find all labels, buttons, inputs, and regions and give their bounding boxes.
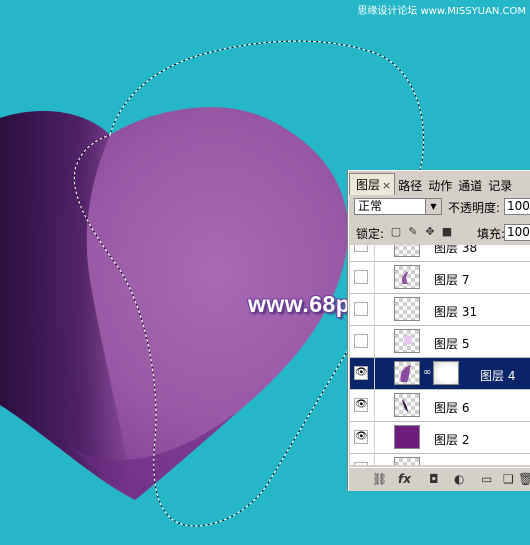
blend-row: 正常 ▼ 不透明度: 100%: [354, 198, 530, 218]
thumb-art: [404, 335, 412, 345]
layer-thumbnail: [394, 265, 420, 289]
lock-label: 锁定:: [356, 227, 385, 241]
visibility-toggle[interactable]: [354, 462, 368, 465]
layer-thumbnail: [394, 297, 420, 321]
panel-tabs: 图层 × 路径 动作 通道 记录: [349, 173, 530, 195]
divider: [374, 422, 375, 453]
divider: [374, 262, 375, 293]
lock-transparent-icon[interactable]: ▢: [390, 226, 402, 238]
link-icon[interactable]: ⛓: [372, 471, 387, 487]
layer-row-6[interactable]: 👁 图层 6: [350, 390, 530, 422]
layers-panel: 图层× 路径 动作 通道 记录 正常 ▼ 不透明度: 100% 锁定: ▢ ✎ …: [348, 170, 530, 491]
eye-icon[interactable]: 👁: [354, 366, 368, 380]
layers-bottom-bar: ⛓ fx ◘ ◐ ▭ ❏ 🗑: [350, 467, 530, 490]
visibility-toggle[interactable]: [354, 334, 368, 348]
eye-icon[interactable]: 👁: [354, 430, 368, 444]
fill-field[interactable]: 100%: [504, 224, 530, 241]
layer-thumbnail: [394, 329, 420, 353]
opacity-field[interactable]: 100%: [504, 198, 530, 215]
divider: [374, 294, 375, 325]
layer-name: 图层 2: [434, 433, 470, 447]
lock-image-icon[interactable]: ✎: [407, 226, 419, 238]
layer-name: 图层 6: [434, 401, 470, 415]
visibility-toggle[interactable]: [354, 270, 368, 284]
layer-row-7[interactable]: 图层 7: [350, 262, 530, 294]
link-icon: ∞: [423, 367, 432, 378]
mask-thumbnail[interactable]: [433, 361, 459, 385]
tab-layers-label: 图层: [356, 178, 381, 192]
layer-thumbnail: [394, 425, 420, 449]
layer-row-4[interactable]: 👁 ∞ 图层 4: [350, 358, 530, 390]
layer-row-5[interactable]: 图层 5: [350, 326, 530, 358]
layer-name: 图层 5: [434, 337, 470, 351]
thumb-art: [400, 365, 411, 382]
watermark-top: 思缘设计论坛 www.MISSYUAN.COM: [357, 6, 526, 17]
blend-mode-select[interactable]: 正常 ▼: [354, 198, 442, 215]
layer-row-2[interactable]: 👁 图层 2: [350, 422, 530, 454]
divider: [374, 454, 375, 465]
tab-channels[interactable]: 通道: [455, 175, 485, 195]
layer-row-31[interactable]: 图层 31: [350, 294, 530, 326]
blend-mode-value: 正常: [358, 199, 383, 213]
layer-thumbnail: [394, 393, 420, 417]
layer-name: 图层 4: [480, 369, 516, 383]
divider: [374, 245, 375, 261]
divider: [374, 326, 375, 357]
layer-name: 图层 38: [434, 245, 478, 255]
tab-paths[interactable]: 路径: [395, 175, 425, 195]
visibility-toggle[interactable]: [354, 302, 368, 316]
layer-row-partial[interactable]: [350, 454, 530, 465]
tab-history[interactable]: 记录: [485, 175, 515, 195]
add-mask-icon[interactable]: ◘: [429, 471, 439, 487]
layer-name: 图层 7: [434, 273, 470, 287]
layer-thumbnail: [394, 361, 420, 385]
divider: [374, 390, 375, 421]
close-icon[interactable]: ×: [382, 179, 391, 192]
trash-icon[interactable]: 🗑: [518, 471, 530, 487]
eye-icon[interactable]: 👁: [354, 398, 368, 412]
opacity-label: 不透明度:: [448, 201, 501, 215]
new-layer-icon[interactable]: ❏: [503, 471, 514, 487]
visibility-toggle[interactable]: [354, 245, 368, 252]
fill-label: 填充:: [477, 227, 506, 241]
adjustment-layer-icon[interactable]: ◐: [454, 471, 464, 487]
divider: [374, 358, 375, 389]
thumb-art: [402, 399, 408, 412]
thumb-art: [401, 271, 409, 284]
tab-layers[interactable]: 图层 ×: [349, 173, 396, 195]
layer-list: 图层 38 图层 7 图层 31 图层 5 👁 ∞ 图层 4 👁 图层 6 👁 …: [350, 245, 530, 465]
new-group-icon[interactable]: ▭: [481, 471, 492, 487]
chevron-down-icon[interactable]: ▼: [425, 199, 441, 214]
tab-actions[interactable]: 动作: [425, 175, 455, 195]
fx-icon[interactable]: fx: [398, 471, 411, 487]
layer-thumbnail: [394, 245, 420, 257]
layer-thumbnail: [394, 457, 420, 465]
lock-position-icon[interactable]: ✥: [424, 226, 436, 238]
layer-name: 图层 31: [434, 305, 478, 319]
layer-row-38[interactable]: 图层 38: [350, 245, 530, 262]
lock-row: 锁定: ▢ ✎ ✥ ■ 填充: 100%: [354, 224, 530, 244]
lock-all-icon[interactable]: ■: [441, 226, 453, 238]
